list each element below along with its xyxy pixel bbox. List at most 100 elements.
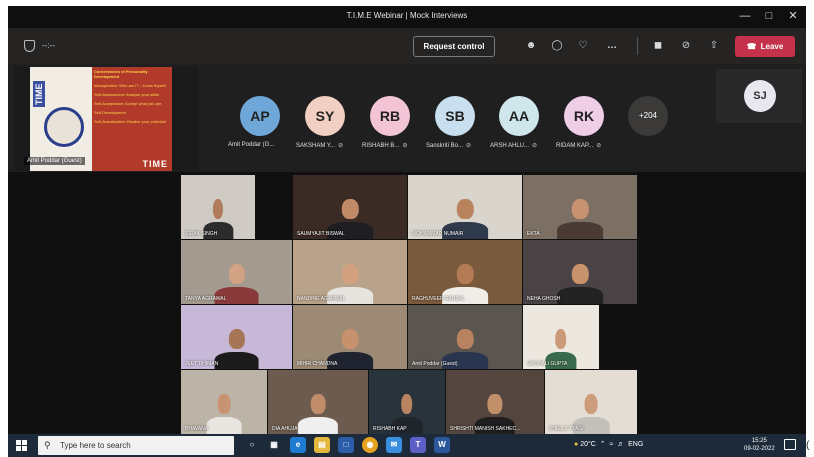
person-head [341, 328, 359, 350]
teams-icon[interactable]: T [410, 437, 426, 453]
chevron-up-icon[interactable]: ⌃ [600, 441, 606, 448]
chat-icon[interactable]: ◯ [549, 38, 565, 54]
slide-bullet: Self-Actualisation: Realise your potenti… [94, 119, 166, 124]
windows-start-icon[interactable] [16, 440, 27, 451]
video-tile[interactable]: RAGHUVEER SANSAL [408, 240, 522, 304]
mic-off-icon[interactable]: ⊘ [678, 38, 694, 54]
camera-off-icon[interactable]: ◼ [650, 38, 666, 54]
video-tile[interactable]: SIDAK SINGH [181, 175, 255, 239]
video-tile-name: SAUMYAJIT BISWAL [297, 231, 345, 237]
video-tile[interactable]: JEET DHIMAN [181, 305, 292, 369]
weather-temp[interactable]: 20°C [580, 441, 596, 448]
mic-off-icon: ⊘ [338, 143, 344, 149]
volume-icon[interactable]: ♬ [617, 441, 624, 448]
mic-off-icon: ⊘ [596, 143, 602, 149]
video-tile-name: MOHAMMAD NUMAIR [412, 231, 464, 237]
time-logo-icon [44, 107, 84, 147]
person-head [571, 263, 589, 285]
edge-parenthesis: ( [806, 440, 810, 451]
meeting-toolbar: --:-- Request control ☻ ◯ ♡ … ◼ ⊘ ⇧ ☎ Le… [8, 28, 806, 64]
participant-avatar[interactable]: SB [435, 96, 475, 136]
video-tile[interactable]: MIHIR CHANDNA [293, 305, 407, 369]
more-participants-button[interactable]: +204 [628, 96, 668, 136]
minimize-icon[interactable]: — [738, 9, 752, 23]
leave-button[interactable]: ☎ Leave [735, 36, 795, 57]
notification-icon[interactable] [784, 439, 796, 450]
store-icon[interactable]: □ [338, 437, 354, 453]
video-tile-name: EKTA [527, 231, 540, 237]
shared-screen-owner: Amit Poddar (Guest) [24, 157, 85, 165]
slide-bullet: Self-Acceptance: Accept what you are [94, 101, 162, 106]
video-tile[interactable]: VAISHALI GUPTA [523, 305, 599, 369]
participant-avatar[interactable]: AP [240, 96, 280, 136]
presentation-slide: TIME Cornerstones of Personality Develop… [30, 67, 172, 171]
clock-date: 09-02-2022 [744, 446, 775, 452]
shared-screen-tile[interactable]: TIME Cornerstones of Personality Develop… [14, 67, 198, 171]
meeting-timer: --:-- [42, 41, 55, 50]
edge-icon[interactable]: e [290, 437, 306, 453]
reactions-icon[interactable]: ♡ [575, 38, 591, 54]
participant-avatar[interactable]: RB [370, 96, 410, 136]
maximize-icon[interactable]: □ [762, 9, 776, 23]
person-head [228, 328, 245, 350]
word-icon[interactable]: W [434, 437, 450, 453]
video-tile[interactable]: TANYA AGRAWAL [181, 240, 292, 304]
slide-bullet: Cornerstones of Personality Development [94, 69, 148, 79]
self-view-tile[interactable]: SJ [716, 69, 802, 123]
video-tile-name: NEHA GHOSH [527, 296, 561, 302]
video-tile-name: DIA AHUJA [272, 426, 298, 432]
video-tile[interactable]: EKTA [523, 175, 637, 239]
video-tile[interactable]: SAUMYAJIT BISWAL [293, 175, 407, 239]
weather-icon[interactable]: ● [574, 441, 578, 448]
request-control-button[interactable]: Request control [413, 36, 495, 57]
participant-avatar[interactable]: AA [499, 96, 539, 136]
video-tile[interactable]: NEHA GHOSH [523, 240, 637, 304]
slide-bullets: Cornerstones of Personality Development … [94, 69, 170, 128]
video-tile[interactable]: BHAVANA [181, 370, 267, 434]
person-head [456, 198, 474, 220]
shield-icon [24, 40, 35, 52]
participant-name: Sanskriti Bo... ⊘ [426, 143, 472, 149]
participant-avatar[interactable]: SY [305, 96, 345, 136]
participant-strip: TIME Cornerstones of Personality Develop… [8, 64, 806, 172]
toolbar-divider [637, 37, 638, 55]
leave-label: Leave [760, 42, 784, 51]
search-placeholder: Type here to search [60, 441, 131, 450]
video-tile[interactable]: MOHAMMAD NUMAIR [408, 175, 522, 239]
video-tile-name: Amit Poddar (Guest) [412, 361, 458, 367]
video-tile-name: SHRISHTI MANISH SAKHEC... [450, 426, 521, 432]
video-tile[interactable]: SHELLY TYAGI [545, 370, 637, 434]
video-tile-name: SIDAK SINGH [185, 231, 218, 237]
participant-avatar[interactable]: RK [564, 96, 604, 136]
language-indicator[interactable]: ENG [628, 441, 643, 448]
taskbar-search[interactable]: ⚲ Type here to search [38, 436, 234, 455]
task-view-icon[interactable]: ▦ [266, 437, 282, 453]
participant-name: RISHABH B... ⊘ [362, 143, 408, 149]
video-tile-name: TANYA AGRAWAL [185, 296, 227, 302]
mail-icon[interactable]: ✉ [386, 437, 402, 453]
chrome-icon[interactable]: ◉ [362, 437, 378, 453]
people-icon[interactable]: ☻ [523, 38, 539, 54]
video-tile[interactable]: NANDINE AGARWAL [293, 240, 407, 304]
person-head [212, 198, 224, 220]
taskbar-clock[interactable]: 15:25 09-02-2022 [744, 437, 775, 453]
close-icon[interactable]: ✕ [786, 9, 800, 23]
share-screen-icon[interactable]: ⇧ [706, 38, 722, 54]
video-tile[interactable]: SHRISHTI MANISH SAKHEC... [446, 370, 544, 434]
teams-window: T.I.M.E Webinar | Mock Interviews — □ ✕ … [8, 6, 806, 457]
wifi-icon[interactable]: ≈ [609, 441, 613, 448]
person-body [297, 416, 339, 434]
participant-video [290, 389, 346, 434]
person-head [341, 198, 359, 220]
more-options-icon[interactable]: … [604, 38, 620, 54]
cortana-icon[interactable]: ○ [244, 437, 260, 453]
video-tile[interactable]: RISHABH KAP [369, 370, 445, 434]
participant-video [548, 194, 612, 239]
file-explorer-icon[interactable]: ▤ [314, 437, 330, 453]
participant-name: SAKSHAM Y... ⊘ [296, 143, 344, 149]
video-tile[interactable]: DIA AHUJA [268, 370, 368, 434]
person-head [401, 393, 413, 415]
video-tile[interactable]: Amit Poddar (Guest) [408, 305, 522, 369]
mic-off-icon: ⊘ [532, 143, 538, 149]
person-body [206, 416, 242, 434]
